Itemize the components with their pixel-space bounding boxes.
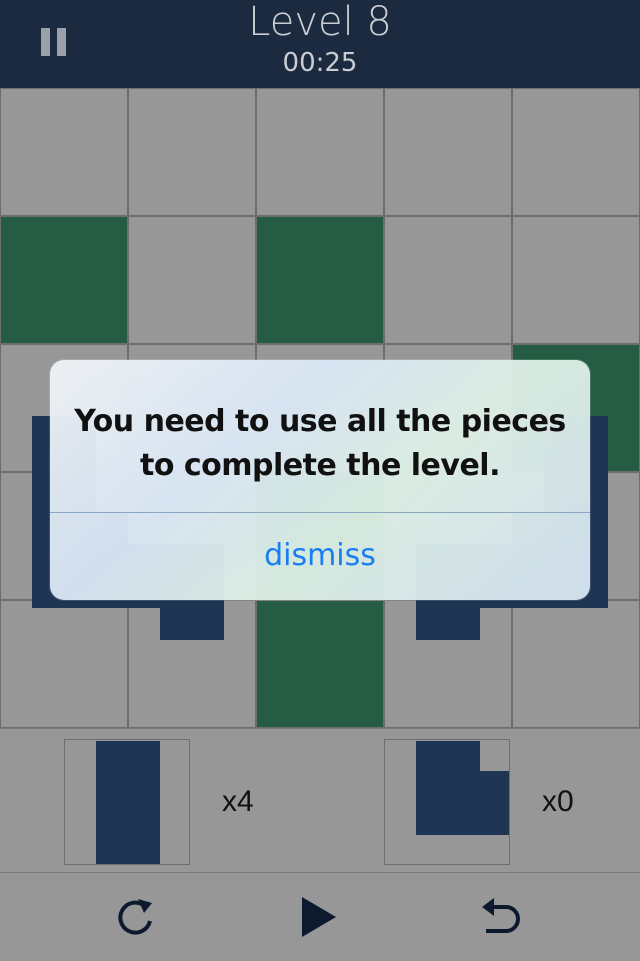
- level-title: Level 8: [248, 0, 392, 45]
- board-cell[interactable]: [512, 216, 640, 344]
- play-button[interactable]: [296, 893, 344, 941]
- board-cell[interactable]: [0, 600, 128, 728]
- top-bar: Level 8 00:25: [0, 0, 640, 88]
- play-icon: [302, 897, 336, 937]
- target-cell[interactable]: [0, 216, 128, 344]
- board-cell[interactable]: [128, 216, 256, 344]
- board-cell[interactable]: [512, 600, 640, 728]
- board-cell[interactable]: [384, 88, 512, 216]
- placed-piece[interactable]: [160, 608, 224, 640]
- board-cell[interactable]: [512, 88, 640, 216]
- dismiss-button[interactable]: dismiss: [50, 513, 590, 600]
- alert-message-line-1: You need to use all the pieces: [74, 404, 566, 439]
- board-cell[interactable]: [384, 216, 512, 344]
- l-corner-piece-count: x0: [542, 785, 574, 818]
- rotate-button[interactable]: [112, 893, 160, 941]
- target-cell[interactable]: [256, 600, 384, 728]
- l-corner-piece-icon: [416, 741, 509, 835]
- board-cell[interactable]: [256, 88, 384, 216]
- l-corner-piece-slot[interactable]: [384, 739, 510, 865]
- board-cell[interactable]: [0, 88, 128, 216]
- target-cell[interactable]: [256, 216, 384, 344]
- piece-tray: x4 x0: [0, 728, 640, 873]
- board-cell[interactable]: [128, 88, 256, 216]
- timer: 00:25: [282, 48, 358, 78]
- undo-button[interactable]: [478, 893, 526, 941]
- rotate-icon: [118, 899, 152, 935]
- placed-piece[interactable]: [416, 608, 480, 640]
- alert-message: You need to use all the pieces to comple…: [70, 400, 570, 488]
- alert-dialog: You need to use all the pieces to comple…: [50, 360, 590, 600]
- straight-piece-icon: [96, 741, 160, 864]
- undo-icon: [482, 898, 520, 933]
- straight-piece-slot[interactable]: [64, 739, 190, 865]
- bottom-toolbar: [0, 872, 640, 961]
- straight-piece-count: x4: [222, 785, 254, 818]
- alert-message-line-2: to complete the level.: [140, 448, 501, 483]
